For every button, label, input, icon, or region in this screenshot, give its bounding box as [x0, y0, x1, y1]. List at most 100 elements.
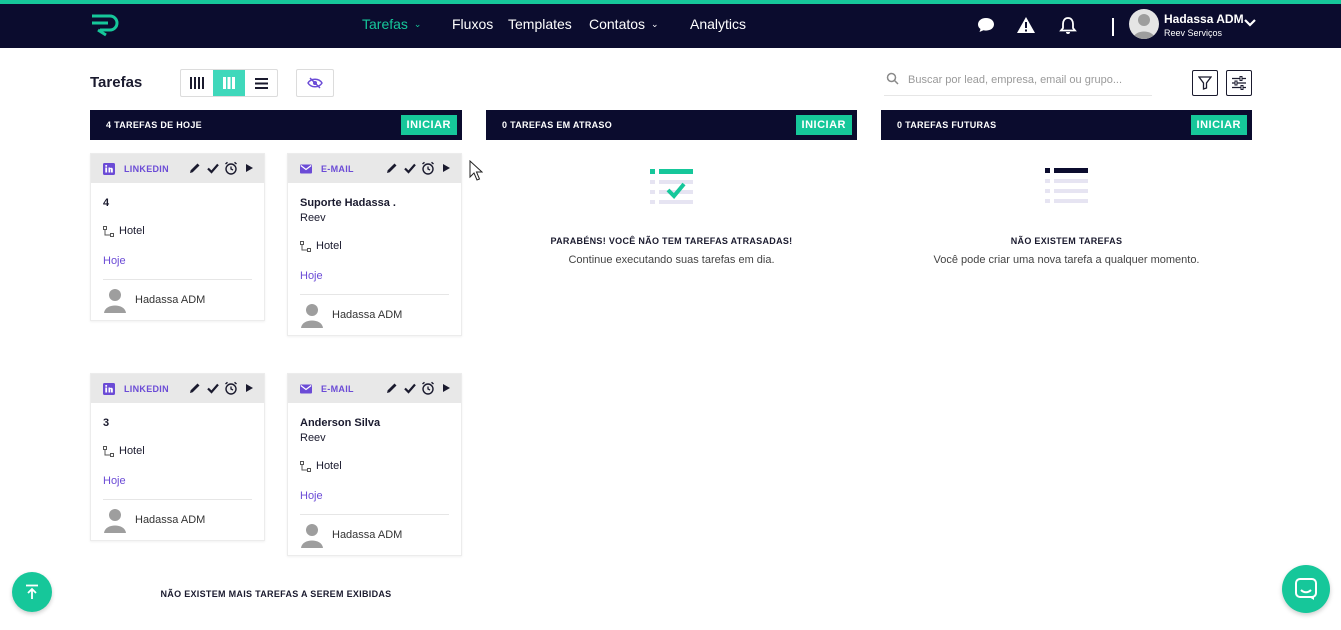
checklist-done-icon — [649, 169, 693, 204]
start-today-button[interactable]: INICIAR — [400, 115, 457, 135]
column-header-future: 0 TAREFAS FUTURAS INICIAR — [881, 110, 1252, 140]
user-avatar[interactable] — [1129, 9, 1159, 39]
user-company: Reev Serviços — [1164, 28, 1223, 38]
nav-fluxos[interactable]: Fluxos — [452, 16, 493, 32]
empty-text: Continue executando suas tarefas em dia. — [568, 254, 775, 266]
kanban-view-button[interactable] — [181, 70, 213, 96]
task-card[interactable]: E-MAIL Anderson Silva Reev Hotel Hoje Ha… — [287, 373, 462, 556]
empty-list-icon — [1044, 168, 1088, 203]
alarm-clock-icon[interactable] — [421, 381, 435, 395]
column-count: 0 TAREFAS EM ATRASO — [502, 120, 613, 130]
hide-toggle-button[interactable] — [296, 69, 334, 97]
view-toggle — [180, 69, 278, 97]
settings-sliders-button[interactable] — [1226, 70, 1252, 96]
nav-analytics[interactable]: Analytics — [690, 16, 746, 32]
play-icon[interactable] — [242, 161, 256, 175]
card-tag: Hotel — [103, 445, 252, 457]
card-date: Hoje — [300, 490, 323, 502]
task-card[interactable]: E-MAIL Suporte Hadassa . Reev Hotel Hoje… — [287, 153, 462, 336]
flow-icon — [300, 240, 311, 252]
card-title: Anderson Silva — [300, 417, 381, 429]
start-overdue-button[interactable]: INICIAR — [795, 115, 852, 135]
start-future-button[interactable]: INICIAR — [1190, 115, 1247, 135]
nav-tarefas[interactable]: Tarefas ⌄ — [362, 16, 421, 32]
navbar-divider — [1112, 18, 1114, 36]
play-icon[interactable] — [439, 381, 453, 395]
edit-icon[interactable] — [385, 381, 399, 395]
owner-avatar-icon — [301, 304, 323, 328]
user-name[interactable]: Hadassa ADM — [1164, 12, 1244, 26]
list-view-button[interactable] — [245, 70, 277, 96]
filter-button[interactable] — [1192, 70, 1218, 96]
owner-avatar-icon — [104, 289, 126, 313]
sliders-icon — [1232, 76, 1246, 90]
alarm-clock-icon[interactable] — [421, 161, 435, 175]
card-title: 4 — [103, 197, 110, 209]
nav-templates[interactable]: Templates — [508, 16, 572, 32]
edit-icon[interactable] — [188, 161, 202, 175]
chevron-down-icon[interactable] — [1243, 18, 1257, 28]
card-owner: Hadassa ADM — [300, 515, 449, 555]
card-header: E-MAIL — [288, 154, 461, 183]
task-card[interactable]: LINKEDIN 3 Hotel Hoje Hadassa ADM — [90, 373, 265, 541]
card-owner: Hadassa ADM — [103, 280, 252, 320]
column-header-today: 4 TAREFAS DE HOJE INICIAR — [90, 110, 462, 140]
card-type-label: LINKEDIN — [124, 384, 169, 394]
chevron-down-icon: ⌄ — [413, 19, 422, 29]
list-icon — [254, 77, 268, 89]
top-navbar: Tarefas ⌄ Fluxos Templates Contatos ⌄ Anal… — [0, 0, 1341, 48]
flow-icon — [300, 460, 311, 472]
empty-text: Você pode criar uma nova tarefa a qualqu… — [933, 254, 1200, 266]
edit-icon[interactable] — [188, 381, 202, 395]
flow-icon — [103, 225, 114, 237]
chevron-down-icon: ⌄ — [651, 19, 659, 29]
eye-off-icon — [307, 77, 323, 89]
card-tag: Hotel — [300, 240, 449, 252]
bell-icon[interactable] — [1058, 15, 1078, 35]
play-icon[interactable] — [242, 381, 256, 395]
alert-icon[interactable] — [1016, 15, 1036, 35]
search-input[interactable] — [908, 70, 1148, 90]
card-title: Suporte Hadassa . — [300, 197, 396, 209]
columns-icon — [190, 77, 204, 89]
scroll-top-button[interactable] — [12, 572, 52, 612]
card-title: 3 — [103, 417, 110, 429]
edit-icon[interactable] — [385, 161, 399, 175]
owner-avatar-icon — [301, 524, 323, 548]
task-card[interactable]: LINKEDIN 4 Hotel Hoje Hadassa ADM — [90, 153, 265, 321]
search-icon — [886, 72, 899, 85]
nav-contatos[interactable]: Contatos ⌄ — [589, 16, 659, 32]
board-icon — [223, 77, 235, 89]
card-type-label: E-MAIL — [321, 164, 354, 174]
mail-icon — [300, 384, 312, 394]
check-icon[interactable] — [403, 161, 417, 175]
alarm-clock-icon[interactable] — [224, 161, 238, 175]
alarm-clock-icon[interactable] — [224, 381, 238, 395]
card-owner: Hadassa ADM — [300, 295, 449, 335]
card-tag: Hotel — [300, 460, 449, 472]
board-view-button[interactable] — [213, 70, 245, 96]
end-of-list-note: NÃO EXISTEM MAIS TAREFAS A SEREM EXIBIDA… — [160, 589, 392, 599]
chat-bubble-icon — [1295, 578, 1317, 600]
card-owner: Hadassa ADM — [103, 500, 252, 540]
check-icon[interactable] — [206, 161, 220, 175]
arrow-up-icon — [26, 584, 38, 599]
play-icon[interactable] — [439, 161, 453, 175]
card-type-label: E-MAIL — [321, 384, 354, 394]
linkedin-icon — [103, 163, 115, 175]
user-avatar-icon — [1133, 14, 1155, 39]
card-date: Hoje — [300, 270, 323, 282]
card-tag: Hotel — [103, 225, 252, 237]
support-chat-button[interactable] — [1282, 565, 1330, 613]
filter-icon — [1198, 76, 1212, 90]
check-icon[interactable] — [206, 381, 220, 395]
card-header: E-MAIL — [288, 374, 461, 403]
reev-logo-icon[interactable] — [90, 13, 120, 37]
column-header-overdue: 0 TAREFAS EM ATRASO INICIAR — [486, 110, 857, 140]
mail-icon — [300, 164, 312, 174]
mouse-cursor-icon — [469, 160, 483, 181]
check-icon[interactable] — [403, 381, 417, 395]
column-count: 0 TAREFAS FUTURAS — [897, 120, 997, 130]
future-empty-state: NÃO EXISTEM TAREFAS Você pode criar uma … — [881, 163, 1252, 266]
chat-icon[interactable] — [976, 15, 996, 35]
